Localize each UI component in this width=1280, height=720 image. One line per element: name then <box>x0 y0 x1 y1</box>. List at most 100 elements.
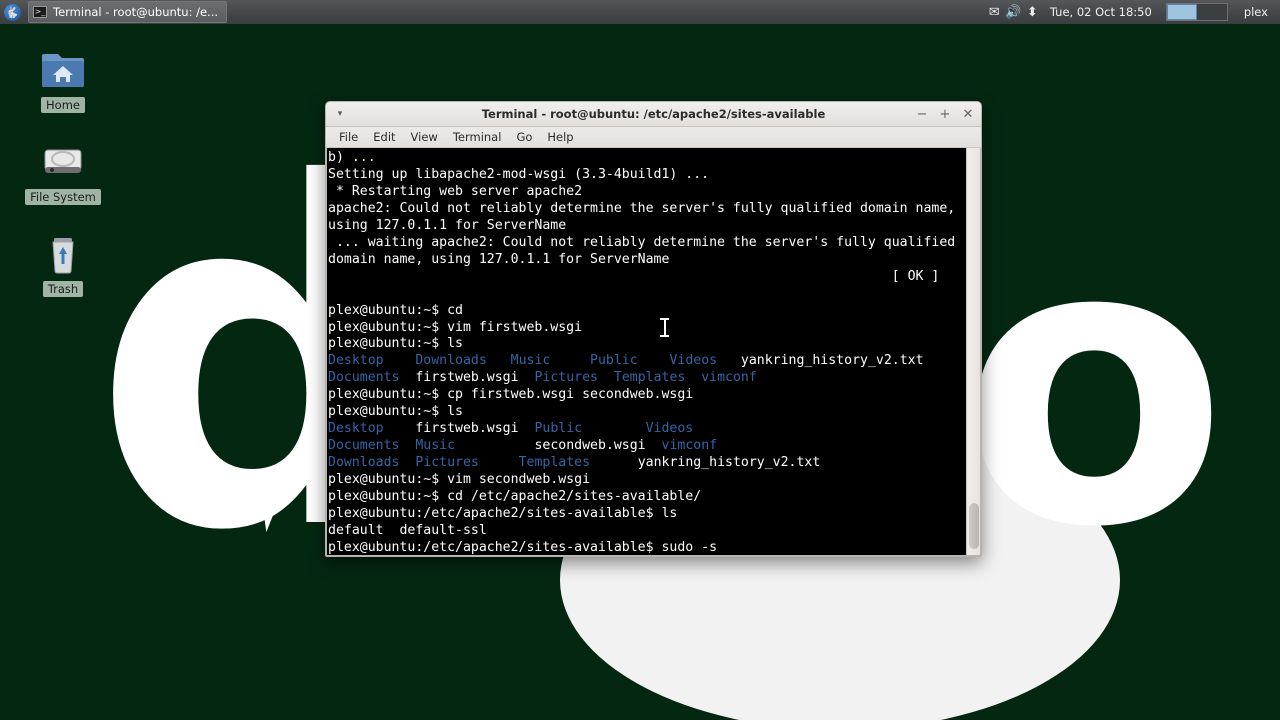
terminal-span: plex@ubuntu:~$ cp firstweb.wsgi secondwe… <box>328 387 694 403</box>
terminal-line: * Restarting web server apache2 <box>328 184 966 201</box>
terminal-directory-name: Public <box>590 353 638 369</box>
terminal-directory-name: Desktop <box>328 421 384 437</box>
terminal-span: [ OK ] <box>328 268 940 284</box>
terminal-span <box>487 353 511 368</box>
terminal-window[interactable]: ▾ Terminal - root@ubuntu: /etc/apache2/s… <box>325 101 982 557</box>
terminal-directory-name: Documents <box>328 370 400 386</box>
menu-view[interactable]: View <box>404 129 445 145</box>
terminal-icon: >_ <box>33 6 47 18</box>
menu-file[interactable]: File <box>332 129 365 145</box>
terminal-text: b) ... Setting up libapache2-mod-wsgi (3.… <box>328 150 966 555</box>
terminal-directory-name: Music <box>510 353 551 369</box>
window-title: Terminal - root@ubuntu: /etc/apache2/sit… <box>481 107 826 121</box>
menu-edit[interactable]: Edit <box>366 129 402 145</box>
terminal-span <box>685 370 701 385</box>
terminal-scrollbar-thumb[interactable] <box>969 503 979 549</box>
terminal-span: default default-ssl <box>328 522 487 538</box>
terminal-span <box>638 353 670 368</box>
maximize-button[interactable]: + <box>938 107 952 121</box>
desktop-icon-file-system[interactable]: File System <box>20 138 106 205</box>
hard-drive-icon <box>39 138 87 186</box>
workspace-2[interactable] <box>1197 4 1227 20</box>
terminal-directory-name: vimconf <box>661 438 718 454</box>
terminal-span <box>582 421 646 436</box>
terminal-span: * Restarting web server apache2 <box>328 183 583 199</box>
terminal-span: firstweb.wsgi <box>383 421 535 437</box>
user-menu-label[interactable]: plex <box>1234 5 1274 19</box>
terminal-span: domain name, using 127.0.1.1 for ServerN… <box>328 251 670 267</box>
taskbar-item-label: Terminal - root@ubuntu: /e... <box>53 5 219 19</box>
close-button[interactable]: ✕ <box>961 107 975 121</box>
terminal-line: plex@ubuntu:~$ vim firstweb.wsgi <box>328 320 966 337</box>
terminal-line: plex@ubuntu:~$ cd /etc/apache2/sites-ava… <box>328 489 966 506</box>
terminal-area[interactable]: b) ... Setting up libapache2-mod-wsgi (3.… <box>326 148 981 556</box>
terminal-span: b) ... <box>328 150 376 165</box>
workspace-1[interactable] <box>1166 4 1197 20</box>
trash-icon <box>39 230 87 278</box>
terminal-line: Desktop firstweb.wsgi Public Videos <box>328 421 966 438</box>
terminal-span: yankring_history_v2.txt <box>590 455 821 471</box>
terminal-span <box>399 438 415 453</box>
terminal-directory-name: Desktop <box>328 353 384 369</box>
terminal-output[interactable]: b) ... Setting up libapache2-mod-wsgi (3.… <box>327 148 966 555</box>
terminal-directory-name: Videos <box>669 353 718 369</box>
terminal-span: plex@ubuntu:~$ ls <box>328 336 463 352</box>
terminal-directory-name: Templates <box>518 455 591 471</box>
terminal-span: yankring_history_v2.txt <box>717 353 924 369</box>
terminal-span: plex@ubuntu:~$ vim secondweb.wsgi <box>328 472 591 488</box>
terminal-line: domain name, using 127.0.1.1 for ServerN… <box>328 252 966 269</box>
desktop-icon-home[interactable]: Home <box>20 46 106 113</box>
network-icon[interactable]: ⬍ <box>1023 0 1042 24</box>
terminal-span <box>598 370 614 385</box>
minimize-button[interactable]: − <box>915 107 929 121</box>
terminal-directory-name: Videos <box>645 421 694 437</box>
terminal-line: plex@ubuntu:/etc/apache2/sites-available… <box>328 506 966 523</box>
terminal-span: using 127.0.1.1 for ServerName <box>328 217 567 233</box>
terminal-directory-name: Downloads <box>415 353 487 369</box>
menu-help[interactable]: Help <box>540 129 580 145</box>
terminal-directory-name: Downloads <box>328 455 400 471</box>
terminal-line: default default-ssl <box>328 523 966 540</box>
terminal-line: apache2: Could not reliably determine th… <box>328 201 966 218</box>
volume-icon[interactable]: 🔊 <box>1004 0 1023 24</box>
menubar: File Edit View Terminal Go Help <box>326 127 981 148</box>
terminal-span: plex@ubuntu:~$ vim firstweb.wsgi <box>328 319 583 335</box>
chevron-down-icon[interactable]: ▾ <box>332 106 348 122</box>
taskbar-item-terminal[interactable]: >_ Terminal - root@ubuntu: /e... <box>28 1 228 23</box>
menu-go[interactable]: Go <box>509 129 539 145</box>
terminal-directory-name: Pictures <box>415 455 479 471</box>
terminal-span: plex@ubuntu:~$ cd <box>328 302 463 318</box>
desktop-icon-file-system-label: File System <box>25 189 101 205</box>
window-titlebar[interactable]: ▾ Terminal - root@ubuntu: /etc/apache2/s… <box>326 102 981 127</box>
applications-menu-button[interactable]: 🐇 <box>0 0 24 24</box>
workspace-switcher[interactable] <box>1165 3 1228 21</box>
terminal-line: plex@ubuntu:~$ cp firstweb.wsgi secondwe… <box>328 387 966 404</box>
terminal-directory-name: Templates <box>613 370 686 386</box>
terminal-span <box>479 455 519 470</box>
text-cursor-icon <box>660 318 669 337</box>
mail-icon[interactable]: ✉ <box>985 0 1004 24</box>
terminal-line: Desktop Downloads Music Public Videos ya… <box>328 353 966 370</box>
terminal-directory-name: vimconf <box>701 370 757 386</box>
terminal-span: firstweb.wsgi <box>399 370 535 386</box>
terminal-directory-name: Public <box>534 421 583 437</box>
desktop-icon-trash[interactable]: Trash <box>20 230 106 297</box>
terminal-span: plex@ubuntu:/etc/apache2/sites-available… <box>328 539 718 555</box>
terminal-line: Setting up libapache2-mod-wsgi (3.3-4bui… <box>328 167 966 184</box>
window-controls: − + ✕ <box>915 107 975 121</box>
terminal-directory-name: Documents <box>328 438 400 454</box>
terminal-span: plex@ubuntu:~$ cd /etc/apache2/sites-ava… <box>328 489 702 505</box>
terminal-span: ... waiting apache2: Could not reliably … <box>328 234 956 250</box>
terminal-span: Setting up libapache2-mod-wsgi (3.3-4bui… <box>328 166 710 182</box>
wallpaper-letter-o: o <box>960 158 1228 612</box>
terminal-line: plex@ubuntu:/etc/apache2/sites-available… <box>328 540 966 555</box>
terminal-span: secondweb.wsgi <box>455 438 662 454</box>
terminal-line: b) ... <box>328 150 966 167</box>
terminal-scrollbar[interactable] <box>966 148 980 555</box>
clock[interactable]: Tue, 02 Oct 18:50 <box>1042 5 1160 19</box>
terminal-line: [ OK ] <box>328 269 966 286</box>
terminal-line: plex@ubuntu:~$ ls <box>328 336 966 353</box>
terminal-line: plex@ubuntu:~$ ls <box>328 404 966 421</box>
menu-terminal[interactable]: Terminal <box>446 129 509 145</box>
